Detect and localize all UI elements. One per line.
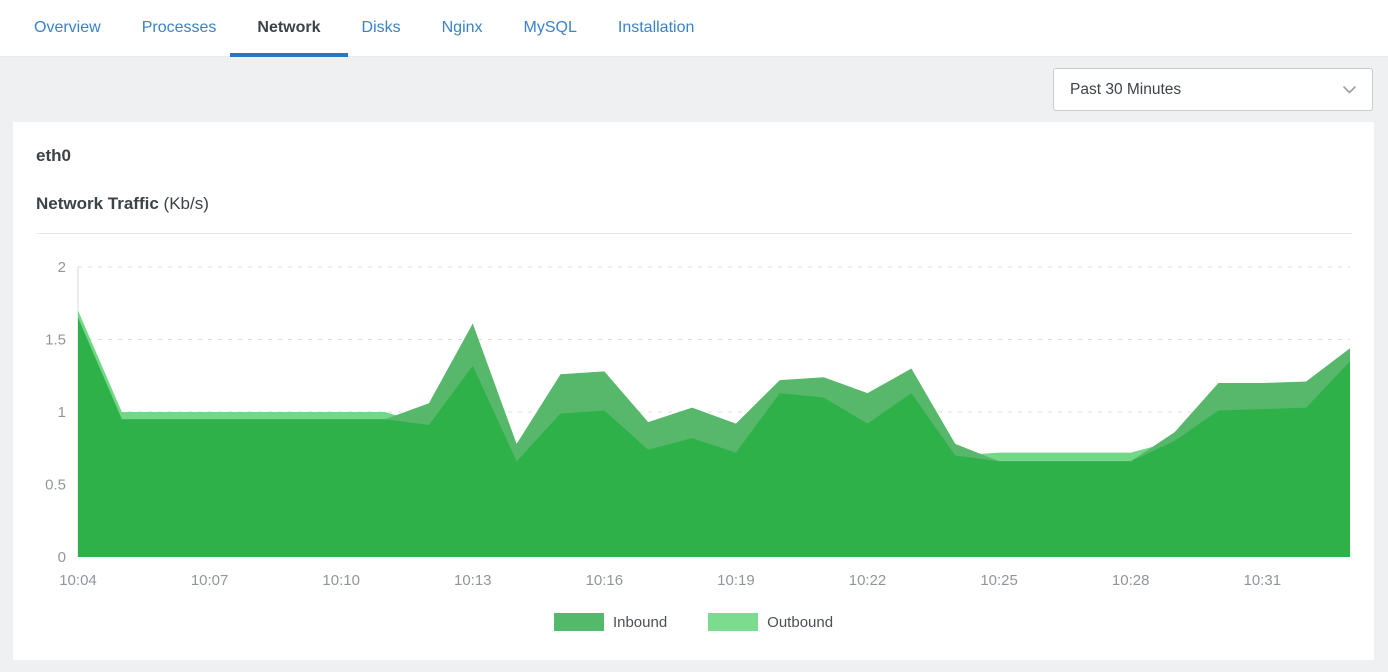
y-tick-label: 0	[58, 549, 66, 566]
y-tick-label: 1.5	[45, 332, 66, 349]
legend-item-inbound[interactable]: Inbound	[554, 613, 667, 631]
chart-title-main: Network Traffic	[36, 194, 159, 213]
tab-nginx[interactable]: Nginx	[442, 0, 483, 57]
chart-title: Network Traffic (Kb/s)	[13, 193, 1374, 214]
y-tick-label: 2	[58, 259, 66, 276]
chart-area: 0 0.5 1 1.5 2 10:04 10:07 10:10 10:13 10:16 10:19 1…	[13, 234, 1374, 599]
legend-item-outbound[interactable]: Outbound	[708, 613, 833, 631]
tab-network[interactable]: Network	[230, 0, 347, 57]
outbound-label: Outbound	[767, 614, 833, 631]
time-range-value: Past 30 Minutes	[1070, 81, 1181, 99]
outbound-swatch	[708, 613, 758, 631]
tab-installation[interactable]: Installation	[618, 0, 695, 57]
x-tick-label: 10:13	[454, 572, 492, 589]
x-tick-label: 10:31	[1244, 572, 1282, 589]
x-tick-label: 10:28	[1112, 572, 1150, 589]
tab-mysql[interactable]: MySQL	[524, 0, 577, 57]
x-tick-label: 10:07	[191, 572, 229, 589]
network-card: eth0 Network Traffic (Kb/s) 0 0.5 1 1.5 2 10:…	[13, 122, 1374, 660]
tab-overview[interactable]: Overview	[34, 0, 101, 57]
tab-bar: Overview Processes Network Disks Nginx M…	[0, 0, 1388, 57]
x-tick-label: 10:10	[322, 572, 360, 589]
chevron-down-icon	[1341, 81, 1358, 98]
x-tick-label: 10:19	[717, 572, 755, 589]
chart-legend: Inbound Outbound	[13, 613, 1374, 631]
y-tick-label: 0.5	[45, 477, 66, 494]
inbound-label: Inbound	[613, 614, 667, 631]
network-traffic-chart: 0 0.5 1 1.5 2 10:04 10:07 10:10 10:13 10:16 10:19 1…	[13, 234, 1374, 594]
time-range-select[interactable]: Past 30 Minutes	[1053, 68, 1373, 111]
y-tick-label: 1	[58, 404, 66, 421]
x-tick-label: 10:22	[849, 572, 887, 589]
inbound-swatch	[554, 613, 604, 631]
chart-title-unit: (Kb/s)	[164, 194, 209, 213]
x-tick-label: 10:16	[586, 572, 624, 589]
tab-disks[interactable]: Disks	[362, 0, 401, 57]
tab-processes[interactable]: Processes	[142, 0, 217, 57]
interface-title: eth0	[13, 146, 1374, 166]
x-tick-label: 10:25	[980, 572, 1018, 589]
toolbar: Past 30 Minutes	[0, 57, 1388, 122]
x-tick-label: 10:04	[59, 572, 97, 589]
